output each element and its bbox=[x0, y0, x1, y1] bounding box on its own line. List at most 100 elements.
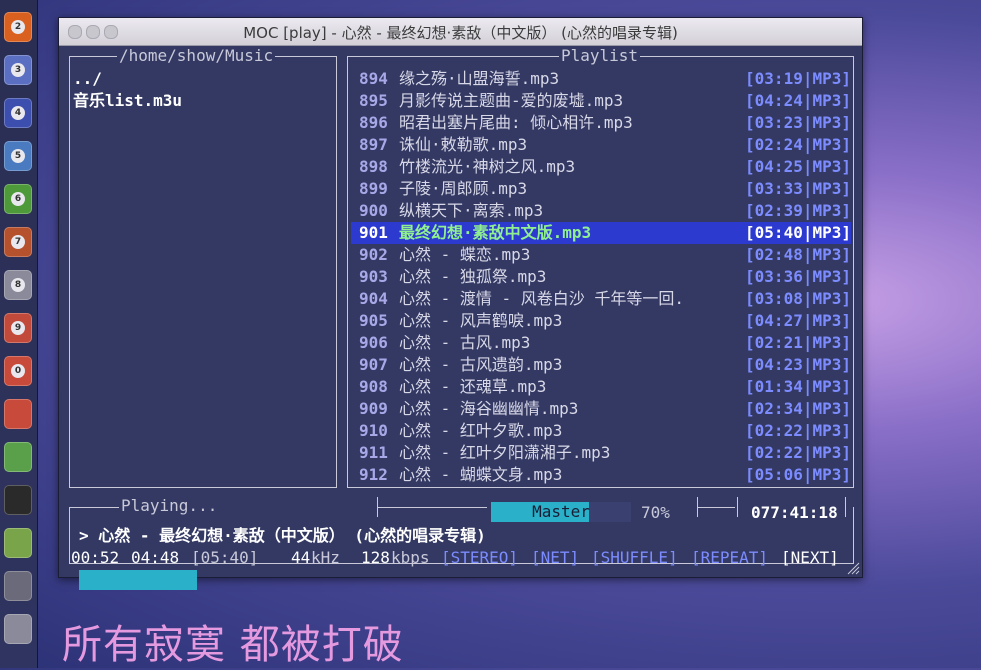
track-duration: [03:36|MP3] bbox=[745, 267, 851, 286]
track-number: 908 bbox=[359, 377, 388, 396]
track-number: 901 bbox=[359, 223, 388, 242]
launcher-badge: 8 bbox=[11, 278, 25, 292]
playlist-row[interactable]: 905 心然 - 风声鹤唳.mp3 [04:27|MP3] bbox=[359, 310, 851, 332]
download-icon[interactable] bbox=[4, 528, 32, 558]
track-name: 心然 - 渡情 - 风卷白沙 千年等一回. bbox=[399, 289, 685, 308]
track-duration: [04:27|MP3] bbox=[745, 311, 851, 330]
next-flag[interactable]: [NEXT] bbox=[781, 547, 839, 569]
disk-icon[interactable]: 4 bbox=[4, 98, 32, 128]
track-name: 心然 - 古风.mp3 bbox=[399, 333, 531, 352]
track-duration: [02:21|MP3] bbox=[745, 333, 851, 352]
firefox-icon[interactable]: 2 bbox=[4, 12, 32, 42]
playlist-row[interactable]: 906 心然 - 古风.mp3 [02:21|MP3] bbox=[359, 332, 851, 354]
playlist-row[interactable]: 894 缘之殇·山盟海誓.mp3 [03:19|MP3] bbox=[359, 68, 851, 90]
playlist-row[interactable]: 903 心然 - 独孤祭.mp3 [03:36|MP3] bbox=[359, 266, 851, 288]
track-name: 心然 - 古风遗韵.mp3 bbox=[399, 355, 563, 374]
track-name: 缘之殇·山盟海誓.mp3 bbox=[399, 69, 560, 88]
app-icon[interactable]: 0 bbox=[4, 356, 32, 386]
track-number: 894 bbox=[359, 69, 388, 88]
track-name: 心然 - 风声鹤唳.mp3 bbox=[399, 311, 563, 330]
track-number: 911 bbox=[359, 443, 388, 462]
track-number: 897 bbox=[359, 135, 388, 154]
status-frame-tick bbox=[845, 497, 846, 517]
track-number: 905 bbox=[359, 311, 388, 330]
desktop-lyric: 所有寂寞 都被打破 bbox=[62, 622, 404, 668]
volume-text: 70% bbox=[641, 503, 670, 522]
update-icon[interactable] bbox=[4, 442, 32, 472]
progress-fill bbox=[79, 570, 197, 590]
track-name: 心然 - 红叶夕歌.mp3 bbox=[399, 421, 563, 440]
browser-entry-playlist-file[interactable]: 音乐list.m3u bbox=[73, 90, 182, 112]
software-center-icon[interactable]: 9 bbox=[4, 313, 32, 343]
window-title: MOC [play] - 心然 - 最终幻想·素敌（中文版） (心然的唱录专辑) bbox=[243, 24, 678, 42]
track-duration: [02:34|MP3] bbox=[745, 399, 851, 418]
playlist-row[interactable]: 907 心然 - 古风遗韵.mp3 [04:23|MP3] bbox=[359, 354, 851, 376]
playlist-row[interactable]: 909 心然 - 海谷幽幽情.mp3 [02:34|MP3] bbox=[359, 398, 851, 420]
playlist-row[interactable]: 899 子陵·周郎顾.mp3 [03:33|MP3] bbox=[359, 178, 851, 200]
playlist-row[interactable]: 904 心然 - 渡情 - 风卷白沙 千年等一回. [03:08|MP3] bbox=[359, 288, 851, 310]
bitrate: 128 bbox=[361, 548, 390, 567]
track-duration: [02:24|MP3] bbox=[745, 135, 851, 154]
playlist-row[interactable]: 912 心然 - 蝴蝶文身.mp3 [05:06|MP3] bbox=[359, 464, 851, 486]
browser-entry-parent[interactable]: ../ bbox=[73, 68, 102, 90]
playlist-row[interactable]: 902 心然 - 蝶恋.mp3 [02:48|MP3] bbox=[359, 244, 851, 266]
track-number: 895 bbox=[359, 91, 388, 110]
track-name: 子陵·周郎顾.mp3 bbox=[399, 179, 528, 198]
playlist-row-selected[interactable]: 901 最终幻想·素敌中文版.mp3 [05:40|MP3] bbox=[351, 222, 851, 244]
track-name: 纵横天下·离索.mp3 bbox=[399, 201, 544, 220]
track-number: 898 bbox=[359, 157, 388, 176]
track-duration: [03:33|MP3] bbox=[745, 179, 851, 198]
launcher-badge: 4 bbox=[11, 106, 25, 120]
file-browser-frame bbox=[69, 56, 337, 488]
workspace-icon[interactable] bbox=[4, 571, 32, 601]
launcher-badge: 9 bbox=[11, 321, 25, 335]
launcher-badge: 3 bbox=[11, 63, 25, 77]
browser-path: /home/show/Music bbox=[117, 46, 276, 66]
playlist-row[interactable]: 900 纵横天下·离索.mp3 [02:39|MP3] bbox=[359, 200, 851, 222]
playlist-row[interactable]: 910 心然 - 红叶夕歌.mp3 [02:22|MP3] bbox=[359, 420, 851, 442]
track-name: 心然 - 蝶恋.mp3 bbox=[399, 245, 531, 264]
playlist-row[interactable]: 896 昭君出塞片尾曲: 倾心相许.mp3 [03:23|MP3] bbox=[359, 112, 851, 134]
track-duration: [02:48|MP3] bbox=[745, 245, 851, 264]
track-number: 910 bbox=[359, 421, 388, 440]
disk-icon[interactable]: 3 bbox=[4, 55, 32, 85]
bitrate-unit: kbps bbox=[391, 548, 430, 567]
track-number: 902 bbox=[359, 245, 388, 264]
track-name: 心然 - 红叶夕阳潇湘子.mp3 bbox=[399, 443, 611, 462]
playlist-row[interactable]: 895 月影传说主题曲-爱的废墟.mp3 [04:24|MP3] bbox=[359, 90, 851, 112]
moc-window: MOC [play] - 心然 - 最终幻想·素敌（中文版） (心然的唱录专辑)… bbox=[58, 17, 863, 590]
launcher: 2 3 4 5 6 7 8 9 0 bbox=[0, 0, 38, 668]
repeat-flag[interactable]: [REPEAT] bbox=[691, 547, 768, 569]
status-frame-line bbox=[377, 507, 487, 508]
trash-icon[interactable] bbox=[4, 614, 32, 644]
elapsed-time: 00:52 bbox=[71, 548, 120, 567]
mixer-bar[interactable]: Master bbox=[491, 502, 631, 522]
track-name: 心然 - 蝴蝶文身.mp3 bbox=[399, 465, 563, 484]
net-flag: [NET] bbox=[531, 548, 580, 567]
writer-icon[interactable]: 5 bbox=[4, 141, 32, 171]
resize-grip-icon[interactable] bbox=[846, 561, 860, 575]
playlist-row[interactable]: 898 竹楼流光·神树之风.mp3 [04:25|MP3] bbox=[359, 156, 851, 178]
progress-bar[interactable] bbox=[79, 570, 849, 590]
mixer-label: Master bbox=[532, 502, 590, 521]
disk-icon[interactable]: 8 bbox=[4, 270, 32, 300]
track-total-time: [05:40] bbox=[191, 548, 259, 567]
launcher-badge: 5 bbox=[11, 149, 25, 163]
track-duration: [04:24|MP3] bbox=[745, 91, 851, 110]
track-duration: [02:39|MP3] bbox=[745, 201, 851, 220]
calc-icon[interactable]: 6 bbox=[4, 184, 32, 214]
settings-icon[interactable] bbox=[4, 399, 32, 429]
playlist-row[interactable]: 897 诛仙·敕勒歌.mp3 [02:24|MP3] bbox=[359, 134, 851, 156]
playlist-row[interactable]: 911 心然 - 红叶夕阳潇湘子.mp3 [02:22|MP3] bbox=[359, 442, 851, 464]
launcher-badge: 6 bbox=[11, 192, 25, 206]
title-bar[interactable]: MOC [play] - 心然 - 最终幻想·素敌（中文版） (心然的唱录专辑) bbox=[59, 18, 862, 46]
playlist-row[interactable]: 908 心然 - 还魂草.mp3 [01:34|MP3] bbox=[359, 376, 851, 398]
shuffle-flag[interactable]: [SHUFFLE] bbox=[591, 547, 678, 569]
terminal-icon[interactable] bbox=[4, 485, 32, 515]
impress-icon[interactable]: 7 bbox=[4, 227, 32, 257]
track-number: 912 bbox=[359, 465, 388, 484]
track-duration: [04:23|MP3] bbox=[745, 355, 851, 374]
terminal[interactable]: /home/show/Music ../ 音乐list.m3u Playlist… bbox=[61, 46, 860, 590]
track-number: 903 bbox=[359, 267, 388, 286]
track-duration: [03:08|MP3] bbox=[745, 289, 851, 308]
